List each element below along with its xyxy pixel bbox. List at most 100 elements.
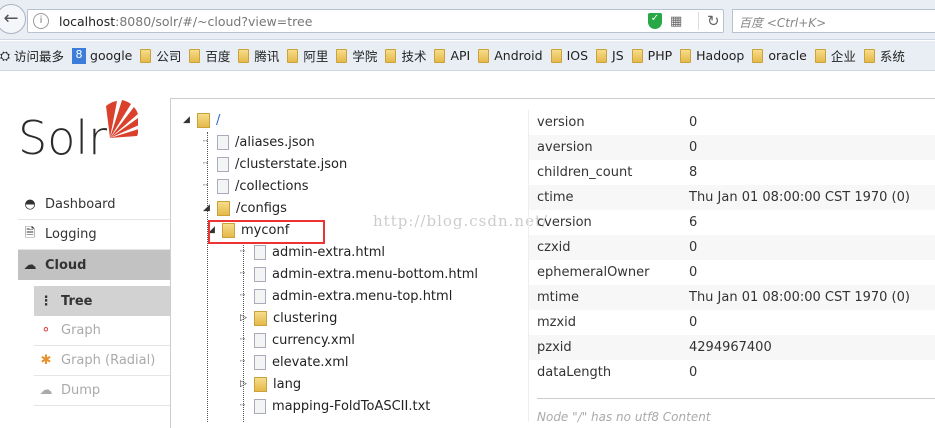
bookmark-label: 学院: [352, 49, 378, 64]
tree-node[interactable]: ┈ mapping-FoldToASCII.txt: [240, 396, 430, 416]
tree-node-label[interactable]: /clusterstate.json: [235, 157, 347, 172]
detail-value: 0: [689, 115, 698, 130]
expand-toggle-icon[interactable]: ▷: [240, 379, 254, 389]
tree-connector: ┈: [240, 291, 246, 301]
tree-node[interactable]: ┈ admin-extra.html: [240, 242, 385, 262]
tree-node[interactable]: ◢ /: [183, 110, 220, 130]
detail-value: 0: [689, 315, 698, 330]
sidebar-subitem-graph-radial[interactable]: ✱ Graph (Radial): [34, 346, 170, 376]
sidebar-item-label: Dashboard: [45, 197, 116, 212]
back-button[interactable]: ←: [0, 4, 26, 34]
bookmark-item[interactable]: 百度: [189, 46, 230, 65]
bookmark-item[interactable]: 学院: [336, 46, 377, 65]
detail-key: pzxid: [537, 340, 572, 355]
tree-node[interactable]: ▷ lang: [240, 374, 301, 394]
detail-key: czxid: [537, 240, 571, 255]
watermark: http://blog.csdn.net/: [373, 212, 549, 230]
search-placeholder: 百度 <Ctrl+K>: [739, 16, 827, 30]
tree-node[interactable]: ┈ currency.xml: [240, 330, 355, 350]
tree-node-label[interactable]: admin-extra.menu-bottom.html: [272, 267, 478, 282]
detail-key: children_count: [537, 165, 633, 180]
bookmark-item[interactable]: 企业: [814, 46, 856, 65]
tree-node-label[interactable]: mapping-FoldToASCII.txt: [272, 399, 430, 414]
bookmark-item[interactable]: oracle: [752, 48, 807, 63]
bookmark-label: 公司: [156, 49, 182, 64]
expand-toggle-icon[interactable]: ◢: [183, 115, 197, 125]
detail-value: 8: [689, 165, 698, 180]
bookmark-item[interactable]: 腾讯: [238, 46, 279, 65]
tree-node-label[interactable]: /collections: [235, 179, 309, 194]
detail-key: aversion: [537, 140, 593, 155]
sidebar-item-logging[interactable]: 🗎 Logging: [18, 220, 170, 250]
search-input[interactable]: 百度 <Ctrl+K>: [732, 9, 935, 33]
tree-node[interactable]: ┈ elevate.xml: [240, 352, 348, 372]
folder-icon: [336, 48, 348, 63]
tree-node-label[interactable]: currency.xml: [272, 333, 355, 348]
detail-row: pzxid 4294967400: [529, 335, 935, 360]
tree-node[interactable]: ▷ clustering: [240, 308, 337, 328]
tree-node-label[interactable]: clustering: [273, 311, 337, 326]
sidebar-subitem-tree[interactable]: ⋮ Tree: [34, 286, 170, 316]
logging-icon: 🗎: [24, 225, 36, 241]
bookmark-item[interactable]: Android: [478, 48, 543, 63]
bookmark-item[interactable]: IOS: [550, 48, 589, 63]
qrcode-icon[interactable]: ▦: [670, 14, 682, 29]
bookmark-label: IOS: [566, 48, 589, 63]
tree-node-label[interactable]: lang: [273, 377, 301, 392]
bookmark-item[interactable]: API: [434, 48, 470, 63]
expand-toggle-icon[interactable]: ▷: [240, 313, 254, 323]
file-icon: [217, 134, 229, 150]
file-icon: [254, 332, 266, 348]
sidebar-item-label: Tree: [61, 293, 93, 309]
detail-row: mtime Thu Jan 01 08:00:00 CST 1970 (0): [529, 285, 935, 310]
tree-node-label[interactable]: /: [216, 113, 220, 128]
sidebar-subitem-graph[interactable]: ⚬ Graph: [34, 316, 170, 346]
tree-node-label[interactable]: /aliases.json: [235, 135, 315, 150]
detail-key: ephemeralOwner: [537, 265, 650, 280]
bookmark-item[interactable]: 系统: [863, 46, 905, 65]
tree-connector: ┈: [240, 335, 246, 345]
tree-node[interactable]: ┈ /clusterstate.json: [203, 154, 347, 174]
tree-node-label[interactable]: admin-extra.menu-top.html: [272, 289, 452, 304]
expand-toggle-icon[interactable]: ◢: [203, 203, 217, 213]
bookmark-item[interactable]: 公司: [140, 46, 181, 65]
reload-icon[interactable]: ↻: [698, 12, 720, 30]
detail-row: mzxid 0: [529, 310, 935, 335]
bookmark-item[interactable]: ⛭ 访问最多: [0, 46, 64, 65]
bookmark-item[interactable]: Hadoop: [680, 48, 744, 63]
sidebar-item-dashboard[interactable]: ◓ Dashboard: [18, 190, 170, 220]
folder-icon: [197, 112, 210, 128]
folder-icon: [752, 48, 764, 63]
tree-node-label[interactable]: /configs: [236, 201, 287, 216]
solr-logo[interactable]: Solr: [18, 98, 140, 172]
shield-icon[interactable]: ✓: [648, 13, 662, 29]
folder-icon: [254, 376, 267, 392]
bookmarks-bar: ⛭ 访问最多 8 google 公司 百度 腾讯 阿里 学院 技术 API Android IOS JS P…: [0, 41, 935, 71]
detail-key: ctime: [537, 190, 574, 205]
bookmark-item[interactable]: 8 google: [72, 47, 132, 64]
cloud-icon: ☁: [23, 257, 37, 273]
bookmark-item[interactable]: 阿里: [287, 46, 328, 65]
bookmark-label: 阿里: [303, 49, 329, 64]
tree-node[interactable]: ◢ /configs: [203, 198, 287, 218]
detail-row: version 0: [529, 110, 935, 135]
tree-node-label[interactable]: elevate.xml: [272, 355, 348, 370]
tree-node[interactable]: ┈ admin-extra.menu-bottom.html: [240, 264, 478, 284]
info-icon[interactable]: i: [33, 13, 49, 29]
address-bar[interactable]: i localhost:8080/solr/#/~cloud?view=tree…: [27, 9, 724, 33]
bookmark-label: 企业: [830, 49, 856, 64]
detail-row: cversion 6: [529, 210, 935, 235]
detail-row: aversion 0: [529, 135, 935, 160]
sidebar-subitem-dump[interactable]: ☁ Dump: [34, 376, 170, 406]
folder-icon: [287, 48, 299, 63]
bookmark-item[interactable]: PHP: [631, 48, 672, 63]
tree-node[interactable]: ┈ /aliases.json: [203, 132, 315, 152]
tree-node-label[interactable]: admin-extra.html: [272, 245, 385, 260]
detail-key: mtime: [537, 290, 580, 305]
bookmark-item[interactable]: JS: [596, 48, 624, 63]
sidebar-item-cloud[interactable]: ☁ Cloud: [18, 250, 170, 280]
tree-node[interactable]: ┈ /collections: [203, 176, 309, 196]
tree-node[interactable]: ┈ admin-extra.menu-top.html: [240, 286, 452, 306]
bookmark-item[interactable]: 技术: [385, 46, 426, 65]
detail-value: 0: [689, 140, 698, 155]
